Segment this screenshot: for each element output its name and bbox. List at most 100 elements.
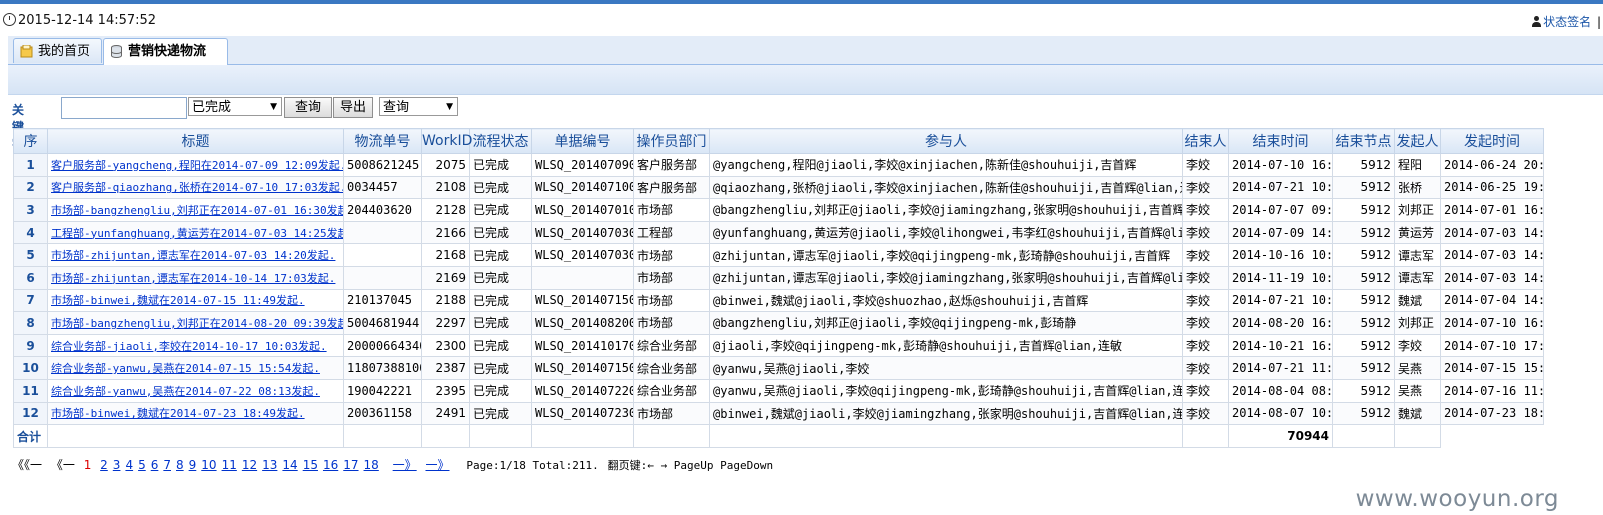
- tab-home[interactable]: 我的首页: [13, 38, 102, 63]
- table-row[interactable]: 7 市场部-binwei,魏斌在2014-07-15 11:49发起. 210137…: [13, 288, 1544, 313]
- title-link[interactable]: 客户服务部-qiaozhang,张桥在2014-07-10 17:03发起.: [51, 181, 343, 194]
- column-header[interactable]: WorkID: [421, 128, 472, 154]
- cell-participants: @binwei,魏斌@jiaoli,李姣@jiamingzhang,张家明@sh…: [709, 401, 1183, 426]
- page-link[interactable]: 16: [323, 458, 338, 472]
- title-link[interactable]: 工程部-yunfanghuang,黄运芳在2014-07-03 14:25发起.: [51, 227, 343, 240]
- column-header[interactable]: 序: [13, 128, 48, 154]
- cell-starter: 张桥: [1394, 175, 1441, 200]
- table-row[interactable]: 4 工程部-yunfanghuang,黄运芳在2014-07-03 14:25发起…: [13, 220, 1544, 245]
- cell-start-time: 2014-07-23 18:47: [1440, 401, 1544, 426]
- cell-starter: 魏斌: [1394, 401, 1441, 426]
- table-row[interactable]: 6 市场部-zhijuntan,谭志军在2014-10-14 17:03发起. 21…: [13, 265, 1544, 290]
- page-link[interactable]: 2: [100, 458, 108, 472]
- column-header[interactable]: 参与人: [709, 128, 1183, 154]
- status-signature-link[interactable]: 状态签名: [1543, 15, 1591, 29]
- cell-ender: 李姣: [1182, 378, 1229, 403]
- status-separator: |: [1596, 15, 1601, 29]
- cell-start-time: 2014-07-03 14:15: [1440, 220, 1544, 245]
- column-header[interactable]: 单据编号: [531, 128, 634, 154]
- title-link[interactable]: 综合业务部-yanwu,吴燕在2014-07-22 08:13发起.: [51, 385, 320, 398]
- first-page-link[interactable]: 《《一: [12, 458, 42, 472]
- page-link[interactable]: 13: [262, 458, 277, 472]
- cell-dept: 工程部: [633, 220, 710, 245]
- title-link[interactable]: 市场部-bangzhengliu,刘邦正在2014-07-01 16:30发起.: [51, 204, 343, 217]
- export-button[interactable]: 导出: [333, 97, 373, 118]
- table-row[interactable]: 9 综合业务部-jiaoli,李姣在2014-10-17 10:03发起. 2000…: [13, 333, 1544, 358]
- cell-end-node: 5912: [1332, 153, 1395, 177]
- table-row[interactable]: 8 市场部-bangzhengliu,刘邦正在2014-08-20 09:39发起…: [13, 311, 1544, 335]
- cell-doc-no: WLSQ_20140703002: [531, 220, 634, 245]
- title-link[interactable]: 综合业务部-yanwu,吴燕在2014-07-15 15:54发起.: [51, 362, 320, 375]
- table-row[interactable]: 3 市场部-bangzhengliu,刘邦正在2014-07-01 16:30发起…: [13, 198, 1544, 222]
- table-row[interactable]: 11 综合业务部-yanwu,吴燕在2014-07-22 08:13发起. 1900…: [13, 378, 1544, 403]
- cell-start-time: 2014-07-01 16:27: [1440, 198, 1544, 222]
- cell-tracking: 204403620: [343, 198, 422, 222]
- page-link[interactable]: 14: [282, 458, 297, 472]
- title-link[interactable]: 市场部-zhijuntan,谭志军在2014-07-03 14:20发起.: [51, 249, 335, 262]
- page-link[interactable]: 4: [125, 458, 133, 472]
- column-header[interactable]: 结束人: [1182, 128, 1229, 154]
- table-row[interactable]: 2 客户服务部-qiaozhang,张桥在2014-07-10 17:03发起. 0…: [13, 175, 1544, 200]
- title-link[interactable]: 市场部-binwei,魏斌在2014-07-15 11:49发起.: [51, 294, 305, 307]
- cell-doc-no: WLSQ_20140820002: [531, 311, 634, 335]
- table-row[interactable]: 5 市场部-zhijuntan,谭志军在2014-07-03 14:20发起. 21…: [13, 243, 1544, 267]
- title-link[interactable]: 客户服务部-yangcheng,程阳在2014-07-09 12:09发起.: [51, 159, 343, 172]
- cell-start-time: 2014-07-15 15:34: [1440, 356, 1544, 380]
- column-header[interactable]: 操作员部门: [633, 128, 710, 154]
- page-link[interactable]: 9: [189, 458, 197, 472]
- cell-end-time: 2014-11-19 10:39: [1228, 265, 1333, 290]
- column-header[interactable]: 结束节点: [1332, 128, 1395, 154]
- keyword-input[interactable]: [61, 97, 187, 119]
- column-header[interactable]: 标题: [47, 128, 344, 154]
- table-row[interactable]: 12 市场部-binwei,魏斌在2014-07-23 18:49发起. 20036…: [13, 401, 1544, 426]
- column-header[interactable]: 结束时间: [1228, 128, 1333, 154]
- datetime: 2015-12-14 14:57:52: [3, 13, 156, 28]
- query-button[interactable]: 查询: [284, 97, 332, 118]
- cell-starter: 程阳: [1394, 153, 1441, 177]
- title-link[interactable]: 市场部-binwei,魏斌在2014-07-23 18:49发起.: [51, 407, 305, 420]
- cell-idx: 8: [13, 311, 48, 335]
- title-link[interactable]: 综合业务部-jiaoli,李姣在2014-10-17 10:03发起.: [51, 340, 327, 353]
- table-row[interactable]: 10 综合业务部-yanwu,吴燕在2014-07-15 15:54发起. 1180…: [13, 356, 1544, 380]
- column-header[interactable]: 物流单号: [343, 128, 422, 154]
- page-link[interactable]: 18: [364, 458, 379, 472]
- cell-title: 市场部-zhijuntan,谭志军在2014-07-03 14:20发起.: [47, 243, 344, 267]
- cell-participants: @zhijuntan,谭志军@jiaoli,李姣@jiamingzhang,张家…: [709, 265, 1183, 290]
- table-row[interactable]: 1 客户服务部-yangcheng,程阳在2014-07-09 12:09发起. 5…: [13, 153, 1544, 177]
- page-link[interactable]: 8: [176, 458, 184, 472]
- status-select[interactable]: 已完成 ▼: [188, 97, 282, 116]
- page-link[interactable]: 3: [113, 458, 121, 472]
- cell-status: 已完成: [469, 153, 532, 177]
- page-link[interactable]: 7: [163, 458, 171, 472]
- database-icon: [111, 45, 122, 58]
- cell-doc-no: WLSQ_20140709001: [531, 153, 634, 177]
- page-link[interactable]: 10: [201, 458, 216, 472]
- cell-tracking: 190042221: [343, 378, 422, 403]
- tab-marketing-logistics[interactable]: 营销快递物流×: [103, 38, 228, 84]
- last-page-link[interactable]: 一》: [425, 458, 449, 472]
- next-page-link[interactable]: 一》: [393, 458, 417, 472]
- cell-dept: 市场部: [633, 288, 710, 313]
- table-header-row: 序 标题 物流单号 WorkID 流程状态 单据编号 操作员部门 参与人 结束人…: [13, 128, 1544, 154]
- cell-status: 已完成: [469, 378, 532, 403]
- column-header[interactable]: 发起人: [1394, 128, 1441, 154]
- cell-tracking: 5004681944: [343, 311, 422, 335]
- page-link[interactable]: 12: [242, 458, 257, 472]
- cell-status: 已完成: [469, 265, 532, 290]
- page-link[interactable]: 6: [151, 458, 159, 472]
- cell-dept: 客户服务部: [633, 175, 710, 200]
- page-link[interactable]: 17: [343, 458, 358, 472]
- cell-end-time: 2014-10-21 16:28: [1228, 333, 1333, 358]
- mode-select[interactable]: 查询 ▼: [379, 97, 458, 116]
- cell-start-time: 2014-07-16 11:18: [1440, 378, 1544, 403]
- title-link[interactable]: 市场部-zhijuntan,谭志军在2014-10-14 17:03发起.: [51, 272, 335, 285]
- column-header[interactable]: 发起时间: [1440, 128, 1544, 154]
- title-link[interactable]: 市场部-bangzhengliu,刘邦正在2014-08-20 09:39发起.: [51, 317, 343, 330]
- clock-icon: [3, 13, 16, 26]
- cell-workid: 2166: [421, 220, 470, 245]
- prev-page-link[interactable]: 《一: [51, 458, 75, 472]
- page-link[interactable]: 15: [303, 458, 318, 472]
- page-link[interactable]: 5: [138, 458, 146, 472]
- page-link[interactable]: 11: [222, 458, 237, 472]
- column-header[interactable]: 流程状态: [469, 128, 532, 154]
